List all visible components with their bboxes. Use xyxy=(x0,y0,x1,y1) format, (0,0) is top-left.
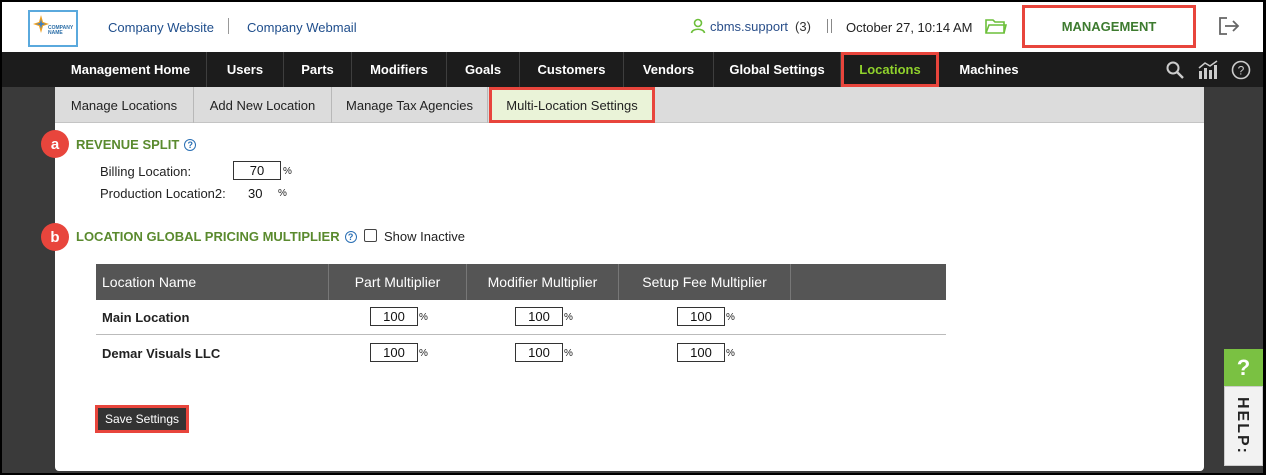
nav-modifiers[interactable]: Modifiers xyxy=(352,52,447,87)
user-icon xyxy=(690,18,706,34)
nav-locations[interactable]: Locations xyxy=(841,52,939,87)
nav-vendors[interactable]: Vendors xyxy=(624,52,714,87)
current-datetime: October 27, 10:14 AM xyxy=(846,20,973,35)
col-part-multiplier: Part Multiplier xyxy=(329,264,467,300)
setup-fee-multiplier-input[interactable] xyxy=(677,307,725,326)
col-modifier-multiplier: Modifier Multiplier xyxy=(467,264,619,300)
show-inactive-checkbox[interactable] xyxy=(364,229,377,242)
percent-sign: % xyxy=(726,312,735,323)
nav-global-settings[interactable]: Global Settings xyxy=(714,52,841,87)
callout-badge-a: a xyxy=(41,130,69,158)
save-settings-button[interactable]: Save Settings xyxy=(95,405,189,433)
main-content: Manage Locations Add New Location Manage… xyxy=(41,87,1204,471)
setup-fee-multiplier-input[interactable] xyxy=(677,343,725,362)
tab-multi-location-settings[interactable]: Multi-Location Settings xyxy=(489,87,655,123)
nav-parts[interactable]: Parts xyxy=(284,52,352,87)
billing-location-input[interactable] xyxy=(233,161,281,180)
production-location-label: Production Location2: xyxy=(100,186,226,201)
revenue-split-title: REVENUE SPLIT ? xyxy=(76,137,197,152)
row-location-name: Demar Visuals LLC xyxy=(102,346,221,361)
management-button[interactable]: MANAGEMENT xyxy=(1022,5,1196,48)
link-divider xyxy=(228,18,229,34)
callout-badge-b: b xyxy=(41,223,69,251)
percent-sign: % xyxy=(419,348,428,359)
percent-sign: % xyxy=(564,348,573,359)
logo-star-icon xyxy=(33,15,49,33)
tab-manage-tax-agencies[interactable]: Manage Tax Agencies xyxy=(332,87,488,123)
logo-text: COMPANY NAME xyxy=(48,25,74,36)
logout-icon[interactable] xyxy=(1218,16,1240,41)
subtab-bar: Manage Locations Add New Location Manage… xyxy=(55,87,1204,123)
col-setup-fee-multiplier: Setup Fee Multiplier xyxy=(619,264,791,300)
modifier-multiplier-input[interactable] xyxy=(515,343,563,362)
billing-percent: % xyxy=(283,166,292,177)
production-location-value: 30 xyxy=(248,186,263,201)
help-label: HELP: xyxy=(1234,397,1251,455)
tab-manage-locations[interactable]: Manage Locations xyxy=(55,87,194,123)
help-tab[interactable]: HELP: xyxy=(1224,386,1263,466)
percent-sign: % xyxy=(564,312,573,323)
search-icon[interactable] xyxy=(1165,60,1185,80)
col-location-name: Location Name xyxy=(96,264,329,300)
nav-customers[interactable]: Customers xyxy=(520,52,624,87)
main-nav: Management Home Users Parts Modifiers Go… xyxy=(2,52,1263,87)
row-location-name: Main Location xyxy=(102,310,190,325)
nav-machines[interactable]: Machines xyxy=(942,52,1036,87)
show-inactive-label: Show Inactive xyxy=(384,229,465,244)
part-multiplier-input[interactable] xyxy=(370,307,418,326)
folder-icon[interactable] xyxy=(985,17,1008,40)
app-frame: COMPANY NAME Company Website Company Web… xyxy=(2,2,1263,473)
username: cbms.support xyxy=(710,18,789,34)
chart-icon[interactable] xyxy=(1197,60,1219,80)
nav-management-home[interactable]: Management Home xyxy=(55,52,207,87)
pricing-multiplier-heading: LOCATION GLOBAL PRICING MULTIPLIER xyxy=(76,229,340,244)
pricing-multiplier-title: LOCATION GLOBAL PRICING MULTIPLIER ? xyxy=(76,229,357,244)
nav-icon-group: ? xyxy=(1165,60,1251,80)
percent-sign: % xyxy=(419,312,428,323)
help-question-button[interactable]: ? xyxy=(1224,349,1263,386)
company-website-link[interactable]: Company Website xyxy=(108,20,214,35)
pricing-help-icon[interactable]: ? xyxy=(344,230,357,243)
help-circle-icon[interactable]: ? xyxy=(1231,60,1251,80)
nav-users[interactable]: Users xyxy=(207,52,284,87)
svg-text:?: ? xyxy=(1238,64,1245,78)
tab-add-new-location[interactable]: Add New Location xyxy=(194,87,332,123)
top-bar: COMPANY NAME Company Website Company Web… xyxy=(2,2,1263,52)
company-logo[interactable]: COMPANY NAME xyxy=(28,10,78,47)
percent-sign: % xyxy=(726,348,735,359)
user-menu[interactable]: cbms.support (3) xyxy=(690,18,811,34)
revenue-split-heading: REVENUE SPLIT xyxy=(76,137,180,152)
company-webmail-link[interactable]: Company Webmail xyxy=(247,20,357,35)
table-header: Location Name Part Multiplier Modifier M… xyxy=(96,264,946,300)
production-percent: % xyxy=(278,188,287,199)
user-count: (3) xyxy=(795,18,811,34)
nav-goals[interactable]: Goals xyxy=(447,52,520,87)
part-multiplier-input[interactable] xyxy=(370,343,418,362)
modifier-multiplier-input[interactable] xyxy=(515,307,563,326)
row-divider xyxy=(96,334,946,335)
billing-location-label: Billing Location: xyxy=(100,164,192,179)
double-divider xyxy=(827,19,832,33)
revenue-help-icon[interactable]: ? xyxy=(184,138,197,151)
